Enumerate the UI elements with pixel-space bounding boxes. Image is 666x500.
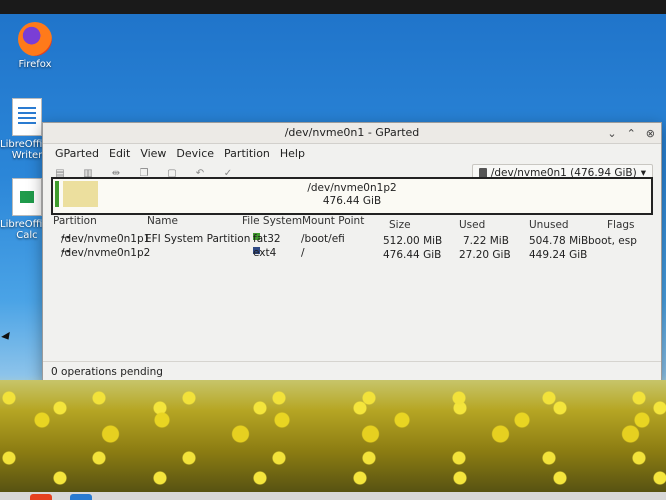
cell-unused: 449.24 GiB [529, 249, 588, 261]
cell-size: 476.44 GiB [383, 249, 442, 261]
cell-partition: /dev/nvme0n1p1 [61, 233, 151, 245]
partition-graph-size: 476.44 GiB [322, 195, 382, 207]
close-button[interactable]: ⊗ [646, 127, 655, 140]
cell-used: 27.20 GiB [459, 249, 511, 261]
col-size[interactable]: Size [389, 219, 411, 231]
col-used[interactable]: Used [459, 219, 485, 231]
menu-edit[interactable]: Edit [109, 147, 130, 160]
status-bar: 0 operations pending [43, 361, 661, 381]
key-icon: ⊶ [61, 247, 70, 257]
desktop-icon-label: Firefox [18, 59, 52, 70]
table-row[interactable]: /dev/nvme0n1p2 ⊶ ext4 / 476.44 GiB 27.20… [43, 247, 661, 261]
window-title: /dev/nvme0n1 - GParted [284, 126, 420, 139]
cell-mount: /boot/efi [301, 233, 345, 245]
cell-flags: boot, esp [588, 235, 637, 247]
minimize-button[interactable]: ⌄ [607, 127, 616, 140]
menu-device[interactable]: Device [176, 147, 214, 160]
maximize-button[interactable]: ⌃ [627, 127, 636, 140]
col-mount-point[interactable]: Mount Point [302, 215, 364, 227]
cell-filesystem: fat32 [253, 233, 281, 245]
monitor-bezel [0, 0, 666, 14]
menu-help[interactable]: Help [280, 147, 305, 160]
menu-gparted[interactable]: GParted [55, 147, 99, 160]
cell-mount: / [301, 247, 305, 259]
col-name[interactable]: Name [147, 215, 178, 227]
col-filesystem[interactable]: File System [242, 215, 302, 227]
col-unused[interactable]: Unused [529, 219, 569, 231]
table-row[interactable]: /dev/nvme0n1p1 ⊶ EFI System Partition fa… [43, 233, 661, 247]
menu-partition[interactable]: Partition [224, 147, 270, 160]
menu-bar: GParted Edit View Device Partition Help [43, 144, 661, 162]
menu-view[interactable]: View [140, 147, 166, 160]
key-icon: ⊶ [61, 233, 70, 243]
cell-partition: /dev/nvme0n1p2 [61, 247, 151, 259]
table-header: Partition Name File System Mount Point S… [43, 215, 661, 231]
cell-size: 512.00 MiB [383, 235, 443, 247]
cell-used: 7.22 MiB [463, 235, 509, 247]
col-partition[interactable]: Partition [53, 215, 97, 227]
title-bar[interactable]: /dev/nvme0n1 - GParted ⌄ ⌃ ⊗ [43, 123, 661, 144]
gparted-window: /dev/nvme0n1 - GParted ⌄ ⌃ ⊗ GParted Edi… [42, 122, 662, 382]
partition-graph-name: /dev/nvme0n1p2 [307, 182, 397, 194]
cell-unused: 504.78 MiB [529, 235, 589, 247]
taskbar-firefox-icon[interactable] [30, 494, 52, 500]
mouse-cursor-icon [1, 331, 13, 343]
taskbar-app-icon[interactable] [70, 494, 92, 500]
taskbar [0, 492, 666, 500]
cell-filesystem: ext4 [253, 247, 277, 259]
partition-table: Partition Name File System Mount Point S… [43, 215, 661, 261]
calc-icon [12, 178, 42, 216]
writer-icon [12, 98, 42, 136]
col-flags[interactable]: Flags [607, 219, 635, 231]
desktop-wallpaper-meadow [0, 380, 666, 500]
firefox-icon [18, 22, 52, 56]
cell-name: EFI System Partition [145, 233, 251, 245]
desktop-icon-firefox[interactable]: Firefox [0, 22, 70, 70]
partition-graph[interactable]: /dev/nvme0n1p2 476.44 GiB [51, 177, 653, 215]
